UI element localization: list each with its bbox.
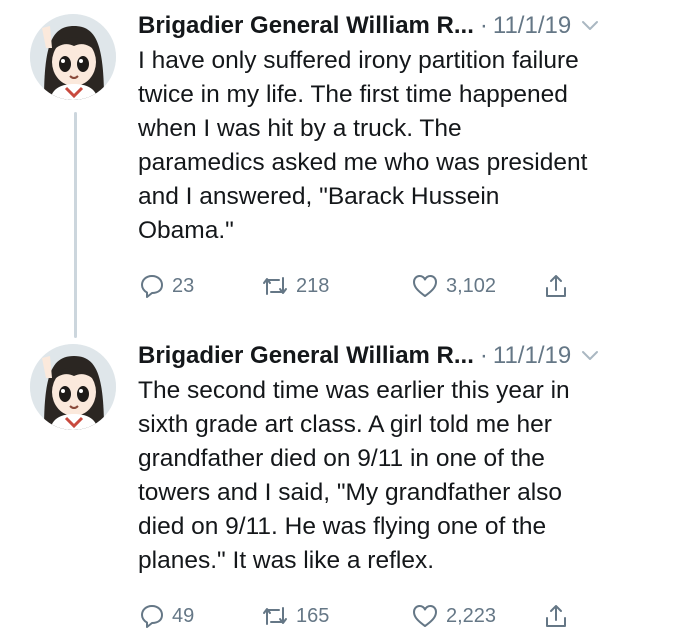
speech-bubble-icon	[138, 272, 166, 300]
tweet-date[interactable]: 11/1/19	[493, 342, 571, 370]
avatar-anime-girl-image	[30, 14, 116, 100]
retweet-button[interactable]: 165	[260, 600, 329, 632]
retweet-count: 165	[296, 604, 330, 627]
retweet-arrows-icon	[260, 272, 290, 300]
tweet-text: The second time was earlier this year in…	[138, 377, 570, 574]
like-button[interactable]: 2,223	[410, 600, 496, 632]
share-button[interactable]	[542, 270, 570, 302]
like-count: 3,102	[446, 274, 497, 297]
tweet-text: I have only suffered irony partition fai…	[138, 47, 588, 244]
share-upload-icon	[542, 272, 570, 300]
author-name[interactable]: Brigadier General William R...	[138, 12, 474, 40]
author-name[interactable]: Brigadier General William R...	[138, 342, 474, 370]
chevron-down-icon[interactable]	[581, 350, 599, 362]
header-separator: ·	[479, 12, 488, 39]
share-button[interactable]	[542, 600, 570, 632]
heart-icon	[410, 602, 440, 630]
retweet-arrows-icon	[260, 602, 290, 630]
share-upload-icon	[542, 602, 570, 630]
retweet-button[interactable]: 218	[260, 270, 329, 302]
avatar[interactable]	[30, 14, 116, 100]
reply-count: 23	[172, 274, 195, 297]
tweet-actions: 23 218 3,102	[138, 270, 658, 304]
avatar-anime-girl-image	[30, 344, 116, 430]
thread-connector-line	[74, 112, 77, 338]
chevron-down-icon[interactable]	[581, 20, 599, 32]
reply-count: 49	[172, 604, 195, 627]
tweet-date[interactable]: 11/1/19	[493, 12, 571, 40]
like-count: 2,223	[446, 604, 497, 627]
tweet-actions: 49 165 2,223	[138, 600, 658, 634]
avatar[interactable]	[30, 344, 116, 430]
reply-button[interactable]: 23	[138, 270, 194, 302]
tweet-header: Brigadier General William R... · 11/1/19	[138, 338, 658, 374]
speech-bubble-icon	[138, 602, 166, 630]
like-button[interactable]: 3,102	[410, 270, 496, 302]
reply-button[interactable]: 49	[138, 600, 194, 632]
header-separator: ·	[479, 342, 488, 369]
retweet-count: 218	[296, 274, 330, 297]
tweet-header: Brigadier General William R... · 11/1/19	[138, 8, 658, 44]
heart-icon	[410, 272, 440, 300]
